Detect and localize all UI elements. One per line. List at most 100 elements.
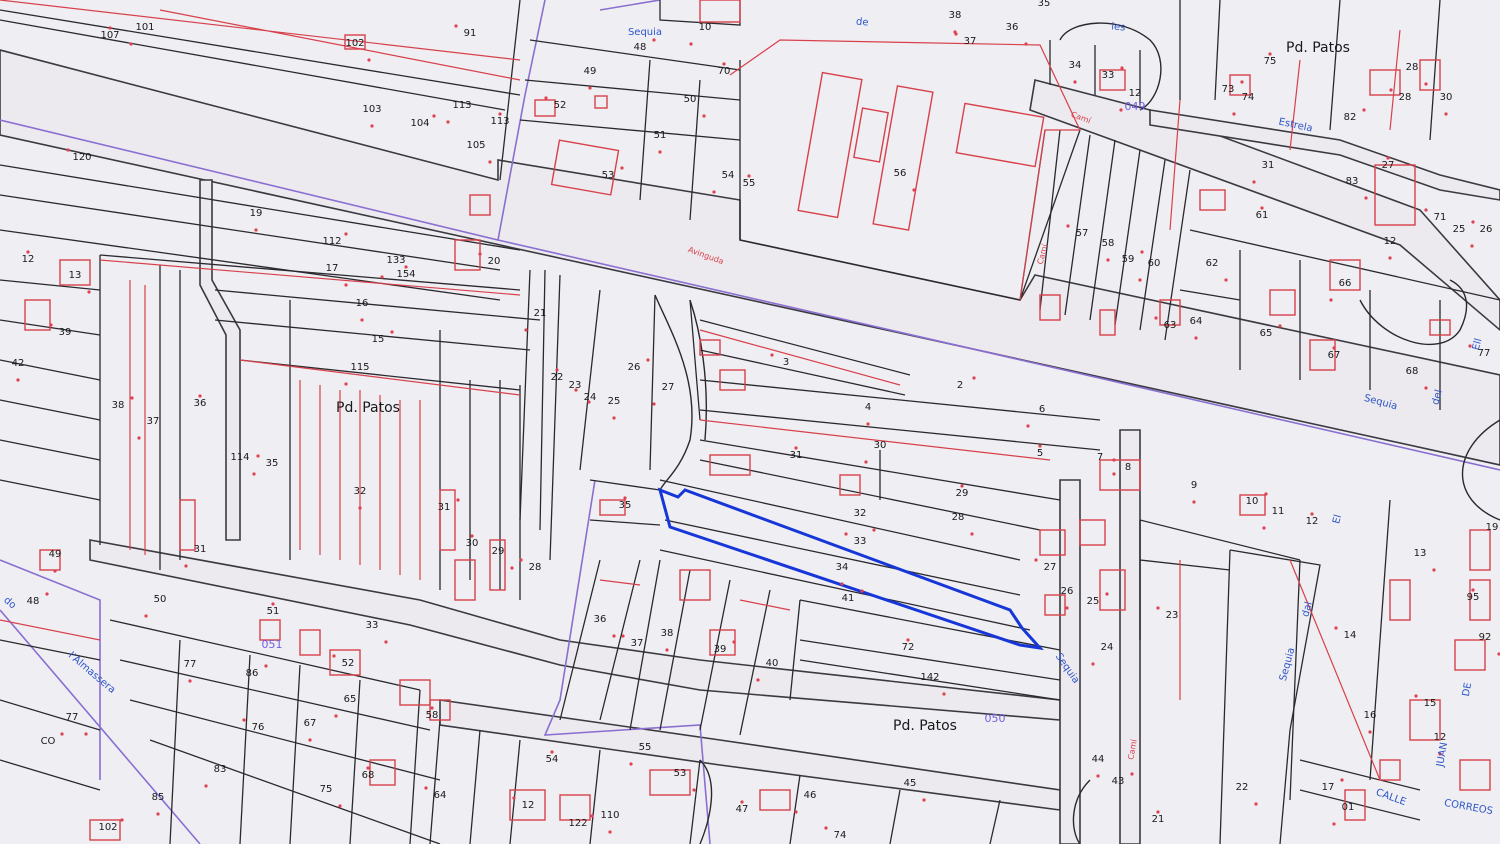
parcel-number[interactable]: 26 — [628, 362, 641, 373]
parcel-number[interactable]: 25 — [1453, 224, 1466, 235]
parcel-number[interactable]: 62 — [1206, 258, 1219, 269]
parcel-number[interactable]: 23 — [1166, 610, 1179, 621]
parcel-number[interactable]: 67 — [1328, 350, 1341, 361]
parcel-number[interactable]: 24 — [1101, 642, 1114, 653]
parcel-number[interactable]: 38 — [112, 400, 125, 411]
parcel-number[interactable]: 77 — [66, 712, 79, 723]
parcel-number[interactable]: 58 — [426, 710, 439, 721]
selected-parcel-outline[interactable] — [657, 487, 1044, 651]
parcel-number[interactable]: 72 — [902, 642, 915, 653]
parcel-number[interactable]: 4 — [865, 402, 871, 413]
parcel-number[interactable]: 102 — [98, 822, 117, 833]
parcel-number[interactable]: 65 — [344, 694, 357, 705]
parcel-number[interactable]: 91 — [464, 28, 477, 39]
parcel-number[interactable]: 17 — [326, 263, 339, 274]
parcel-number[interactable]: 23 — [569, 380, 582, 391]
parcel-number[interactable]: 27 — [662, 382, 675, 393]
parcel-number[interactable]: 21 — [1152, 814, 1165, 825]
parcel-number[interactable]: 36 — [1006, 22, 1019, 33]
parcel-number[interactable]: 74 — [1242, 92, 1255, 103]
parcel-number[interactable]: 12 — [22, 254, 35, 265]
parcel-number[interactable]: 11 — [1272, 506, 1285, 517]
parcel-number[interactable]: 40 — [766, 658, 779, 669]
parcel-number[interactable]: 76 — [252, 722, 265, 733]
parcel-number[interactable]: 103 — [362, 104, 381, 115]
parcel-number[interactable]: 13 — [69, 270, 82, 281]
parcel-number[interactable]: 20 — [488, 256, 501, 267]
parcel-number[interactable]: 12 — [522, 800, 535, 811]
parcel-number[interactable]: 64 — [434, 790, 447, 801]
parcel-number[interactable]: 113 — [452, 100, 471, 111]
parcel-number[interactable]: 51 — [654, 130, 667, 141]
parcel-number[interactable]: 58 — [1102, 238, 1115, 249]
parcel-number[interactable]: 55 — [639, 742, 652, 753]
parcel-number[interactable]: 5 — [1037, 448, 1043, 459]
parcel-number[interactable]: 56 — [894, 168, 907, 179]
parcel-number[interactable]: 142 — [920, 672, 939, 683]
parcel-number[interactable]: 43 — [1112, 776, 1125, 787]
parcel-number[interactable]: 64 — [1190, 316, 1203, 327]
parcel-number[interactable]: 38 — [949, 10, 962, 21]
parcel-number[interactable]: 63 — [1164, 320, 1177, 331]
parcel-number[interactable]: 22 — [1236, 782, 1249, 793]
parcel-number[interactable]: 68 — [1406, 366, 1419, 377]
parcel-number[interactable]: 27 — [1382, 160, 1395, 171]
parcel-number[interactable]: 52 — [342, 658, 355, 669]
parcel-number[interactable]: 77 — [184, 659, 197, 670]
cadastral-map[interactable]: Pd. Patos Pd. Patos Pd. Patos 049 051 050 Se… — [0, 0, 1500, 844]
parcel-number[interactable]: 70 — [718, 66, 731, 77]
parcel-number[interactable]: 19 — [250, 208, 263, 219]
parcel-number[interactable]: 32 — [354, 486, 367, 497]
parcel-number[interactable]: 53 — [602, 170, 615, 181]
parcel-number[interactable]: 39 — [59, 327, 72, 338]
parcel-number[interactable]: 122 — [568, 818, 587, 829]
parcel-number[interactable]: 48 — [634, 42, 647, 53]
parcel-number[interactable]: 154 — [396, 269, 415, 280]
parcel-number[interactable]: 26 — [1061, 586, 1074, 597]
parcel-number[interactable]: 37 — [631, 638, 644, 649]
parcel-number[interactable]: 28 — [1399, 92, 1412, 103]
parcel-number[interactable]: 28 — [952, 512, 965, 523]
parcel-number[interactable]: 133 — [386, 255, 405, 266]
parcel-number[interactable]: 34 — [1069, 60, 1082, 71]
parcel-number[interactable]: 120 — [72, 152, 91, 163]
parcel-number[interactable]: 83 — [214, 764, 227, 775]
parcel-number[interactable]: 31 — [1262, 160, 1275, 171]
parcel-number[interactable]: 57 — [1076, 228, 1089, 239]
parcel-number[interactable]: 36 — [594, 614, 607, 625]
parcel-number[interactable]: 51 — [267, 606, 280, 617]
parcel-number[interactable]: 38 — [661, 628, 674, 639]
parcel-number[interactable]: 22 — [551, 372, 564, 383]
parcel-number[interactable]: 31 — [194, 544, 207, 555]
parcel-number[interactable]: 42 — [12, 358, 25, 369]
parcel-number[interactable]: 31 — [438, 502, 451, 513]
parcel-number[interactable]: 68 — [362, 770, 375, 781]
parcel-number[interactable]: 27 — [1044, 562, 1057, 573]
parcel-number[interactable]: 61 — [1256, 210, 1269, 221]
parcel-number[interactable]: 82 — [1344, 112, 1357, 123]
parcel-number[interactable]: 30 — [874, 440, 887, 451]
parcel-number[interactable]: 75 — [320, 784, 333, 795]
parcel-number[interactable]: 102 — [345, 38, 364, 49]
parcel-number[interactable]: 36 — [194, 398, 207, 409]
parcel-number[interactable]: 01 — [1342, 802, 1355, 813]
parcel-number[interactable]: 113 — [490, 116, 509, 127]
parcel-number[interactable]: CO — [41, 736, 56, 747]
parcel-number[interactable]: 33 — [854, 536, 867, 547]
parcel-number[interactable]: 30 — [466, 538, 479, 549]
parcel-number[interactable]: 16 — [1364, 710, 1377, 721]
parcel-number[interactable]: 26 — [1480, 224, 1493, 235]
parcel-number[interactable]: 35 — [1038, 0, 1051, 9]
parcel-number[interactable]: 47 — [736, 804, 749, 815]
parcel-number[interactable]: 104 — [410, 118, 429, 129]
parcel-number[interactable]: 92 — [1479, 632, 1492, 643]
parcel-number[interactable]: 6 — [1039, 404, 1045, 415]
parcel-number[interactable]: 45 — [904, 778, 917, 789]
parcel-number[interactable]: 10 — [699, 22, 712, 33]
parcel-number[interactable]: 66 — [1339, 278, 1352, 289]
parcel-number[interactable]: 35 — [266, 458, 279, 469]
parcel-number[interactable]: 52 — [554, 100, 567, 111]
parcel-number[interactable]: 25 — [608, 396, 621, 407]
parcel-number[interactable]: 14 — [1344, 630, 1357, 641]
parcel-number[interactable]: 107 — [100, 30, 119, 41]
